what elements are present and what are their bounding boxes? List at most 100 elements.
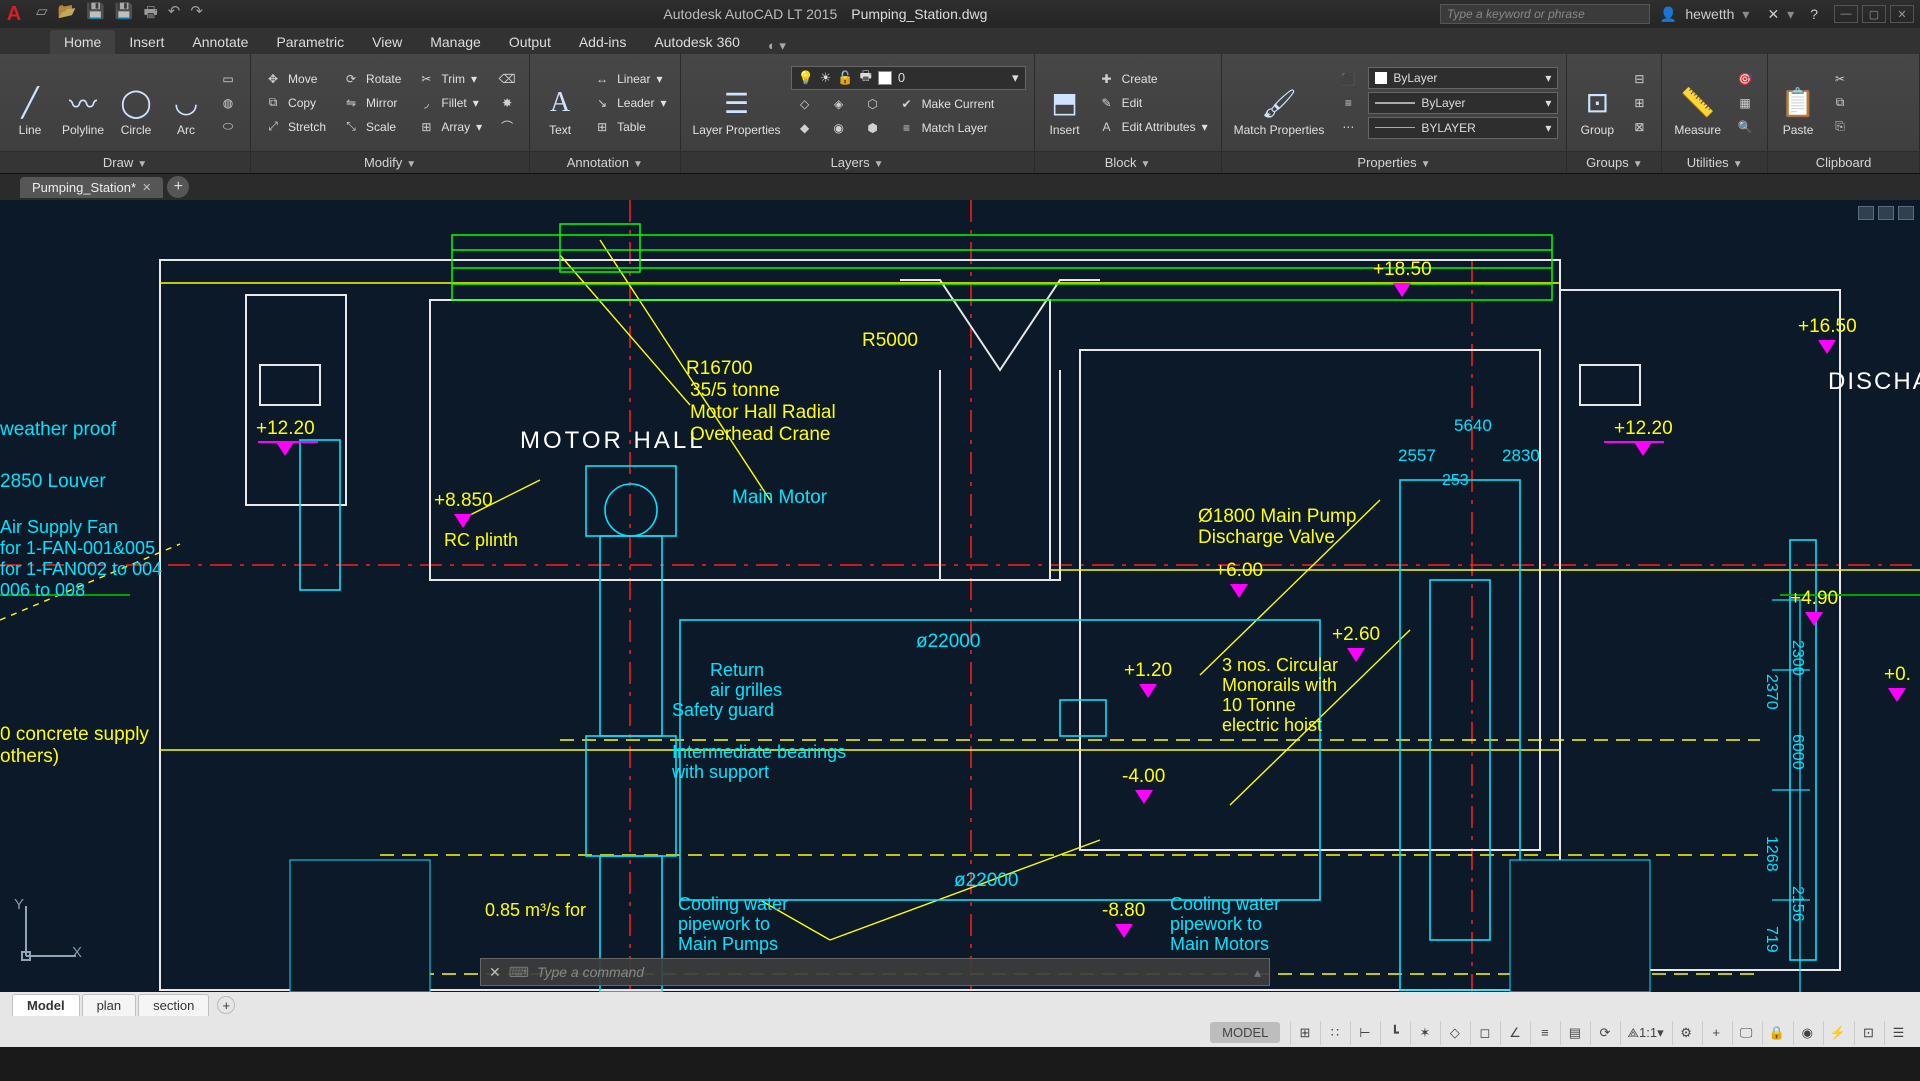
status-model-button[interactable]: MODEL bbox=[1210, 1022, 1280, 1043]
tab-output[interactable]: Output bbox=[495, 30, 565, 54]
leader-button[interactable]: ↘Leader ▾ bbox=[588, 91, 671, 114]
document-tab[interactable]: Pumping_Station*✕ bbox=[20, 177, 163, 198]
status-lock-icon[interactable]: 🔒 bbox=[1762, 1021, 1791, 1045]
maximize-button[interactable]: ▢ bbox=[1862, 5, 1886, 23]
fillet-button[interactable]: ◞Fillet ▾ bbox=[412, 91, 487, 114]
status-polar-icon[interactable]: ✶ bbox=[1410, 1021, 1438, 1045]
signin-icon[interactable]: 👤 bbox=[1660, 6, 1677, 23]
status-hw-icon[interactable]: ⚡ bbox=[1823, 1021, 1852, 1045]
rect-icon[interactable]: ▭ bbox=[214, 67, 242, 90]
status-osnap-icon[interactable]: ◻ bbox=[1470, 1021, 1498, 1045]
lt-icon[interactable]: ⋯ bbox=[1334, 115, 1362, 138]
measure-button[interactable]: 📏Measure bbox=[1670, 67, 1725, 139]
add-layout-button[interactable]: + bbox=[217, 996, 235, 1014]
status-annoscale[interactable]: ⟁ 1:1 ▾ bbox=[1620, 1021, 1669, 1045]
polyline-button[interactable]: 〰Polyline bbox=[58, 67, 108, 139]
help-search-input[interactable]: Type a keyword or phrase bbox=[1440, 4, 1650, 24]
new-tab-button[interactable]: + bbox=[167, 176, 189, 198]
circle-button[interactable]: ◯Circle bbox=[114, 67, 158, 139]
tab-parametric[interactable]: Parametric bbox=[262, 30, 358, 54]
edit-attributes-button[interactable]: AEdit Attributes ▾ bbox=[1093, 115, 1213, 138]
tab-insert[interactable]: Insert bbox=[115, 30, 178, 54]
ellipse-icon[interactable]: ⬭ bbox=[214, 115, 242, 138]
insert-button[interactable]: ⬒Insert bbox=[1043, 67, 1087, 139]
layer-dropdown[interactable]: 💡☀🔓🖶 0▾ bbox=[791, 66, 1026, 90]
lineweight-dropdown[interactable]: ByLayer▾ bbox=[1368, 92, 1558, 114]
copy-button[interactable]: ⧉Copy bbox=[259, 91, 331, 114]
tab-view[interactable]: View bbox=[358, 30, 416, 54]
status-iso-icon[interactable]: ◇ bbox=[1440, 1021, 1468, 1045]
qat-save-icon[interactable]: 💾 bbox=[86, 2, 105, 27]
scale-button[interactable]: ⤡Scale bbox=[337, 115, 406, 138]
status-infer-icon[interactable]: ⊢ bbox=[1350, 1021, 1378, 1045]
status-grid-icon[interactable]: ⊞ bbox=[1290, 1021, 1318, 1045]
exchange-icon[interactable]: ✕ bbox=[1767, 6, 1779, 23]
status-clean-icon[interactable]: ⊡ bbox=[1854, 1021, 1882, 1045]
clip-icon[interactable]: ⎘ bbox=[1826, 115, 1854, 138]
linear-dim-button[interactable]: ↔Linear ▾ bbox=[588, 67, 671, 90]
cmd-close-icon[interactable]: ✕ bbox=[489, 964, 501, 981]
match-layer-button[interactable]: ≡Match Layer bbox=[893, 117, 1000, 140]
line-button[interactable]: ╱Line bbox=[8, 67, 52, 139]
status-gear-icon[interactable]: ⚙ bbox=[1672, 1021, 1700, 1045]
mirror-button[interactable]: ⇋Mirror bbox=[337, 91, 406, 114]
trim-button[interactable]: ✂Trim ▾ bbox=[412, 67, 487, 90]
tab-annotate[interactable]: Annotate bbox=[178, 30, 262, 54]
help-icon[interactable]: ? bbox=[1810, 6, 1818, 22]
table-button[interactable]: ⊞Table bbox=[588, 115, 671, 138]
qat-open-icon[interactable]: 📂 bbox=[58, 2, 77, 27]
layout-plan[interactable]: plan bbox=[82, 994, 137, 1016]
array-button[interactable]: ⊞Array ▾ bbox=[412, 115, 487, 138]
tab-manage[interactable]: Manage bbox=[416, 30, 495, 54]
make-current-button[interactable]: ✔Make Current bbox=[893, 93, 1000, 116]
block-edit-button[interactable]: ✎Edit bbox=[1093, 91, 1213, 114]
color-icon[interactable]: ⬛ bbox=[1334, 67, 1362, 90]
status-isolate-icon[interactable]: ◉ bbox=[1793, 1021, 1821, 1045]
layout-model[interactable]: Model bbox=[12, 994, 80, 1016]
layer-properties-button[interactable]: ☰Layer Properties bbox=[689, 67, 785, 139]
erase-icon[interactable]: ⌫ bbox=[493, 67, 521, 90]
drawing-canvas[interactable]: MOTOR HALL 35/5 tonne Motor Hall Radial … bbox=[0, 200, 1920, 992]
qat-redo-icon[interactable]: ↷ bbox=[190, 2, 203, 27]
linetype-dropdown[interactable]: BYLAYER▾ bbox=[1368, 117, 1558, 139]
match-properties-button[interactable]: 🖌Match Properties bbox=[1230, 67, 1329, 139]
explode-icon[interactable]: ✸ bbox=[493, 91, 521, 114]
util-icon-1[interactable]: 🎯 bbox=[1731, 67, 1759, 90]
status-monitor-icon[interactable]: 🖵 bbox=[1732, 1021, 1760, 1045]
status-snap-icon[interactable]: ∷ bbox=[1320, 1021, 1348, 1045]
stretch-button[interactable]: ⤢Stretch bbox=[259, 115, 331, 138]
status-ortho-icon[interactable]: ┗ bbox=[1380, 1021, 1408, 1045]
block-create-button[interactable]: ✚Create bbox=[1093, 67, 1213, 90]
layer-icon-3[interactable]: ◈ bbox=[825, 93, 853, 116]
command-line[interactable]: ✕ ⌨ Type a command ▴ bbox=[480, 958, 1270, 986]
arc-button[interactable]: ◡Arc bbox=[164, 67, 208, 139]
tab-a360[interactable]: Autodesk 360 bbox=[640, 30, 754, 54]
status-cycle-icon[interactable]: ⟳ bbox=[1590, 1021, 1618, 1045]
qat-new-icon[interactable]: ▱ bbox=[36, 2, 48, 27]
layer-icon-1[interactable]: ◇ bbox=[791, 93, 819, 116]
layer-icon-2[interactable]: ◆ bbox=[791, 117, 819, 140]
minimize-button[interactable]: — bbox=[1834, 5, 1858, 23]
cut-icon[interactable]: ✂ bbox=[1826, 67, 1854, 90]
layer-icon-4[interactable]: ◉ bbox=[825, 117, 853, 140]
close-button[interactable]: ✕ bbox=[1890, 5, 1914, 23]
lw-icon[interactable]: ≡ bbox=[1334, 91, 1362, 114]
util-icon-2[interactable]: ▦ bbox=[1731, 91, 1759, 114]
group-icon-2[interactable]: ⊞ bbox=[1625, 91, 1653, 114]
tab-addins[interactable]: Add-ins bbox=[565, 30, 640, 54]
layout-section[interactable]: section bbox=[138, 994, 209, 1016]
layer-icon-6[interactable]: ⬢ bbox=[859, 117, 887, 140]
offset-icon[interactable]: ⌒ bbox=[493, 115, 521, 138]
tab-home[interactable]: Home bbox=[50, 30, 115, 54]
qat-undo-icon[interactable]: ↶ bbox=[168, 2, 181, 27]
close-tab-icon[interactable]: ✕ bbox=[142, 181, 151, 194]
status-plus-icon[interactable]: + bbox=[1702, 1021, 1730, 1045]
qat-plot-icon[interactable]: 🖶 bbox=[144, 2, 158, 27]
rotate-button[interactable]: ⟳Rotate bbox=[337, 67, 406, 90]
status-trans-icon[interactable]: ▤ bbox=[1560, 1021, 1588, 1045]
qat-saveas-icon[interactable]: 💾 bbox=[115, 2, 134, 27]
copy-icon[interactable]: ⧉ bbox=[1826, 91, 1854, 114]
hatch-icon[interactable]: ◍ bbox=[214, 91, 242, 114]
status-track-icon[interactable]: ∠ bbox=[1500, 1021, 1528, 1045]
group-icon-3[interactable]: ⊠ bbox=[1625, 115, 1653, 138]
